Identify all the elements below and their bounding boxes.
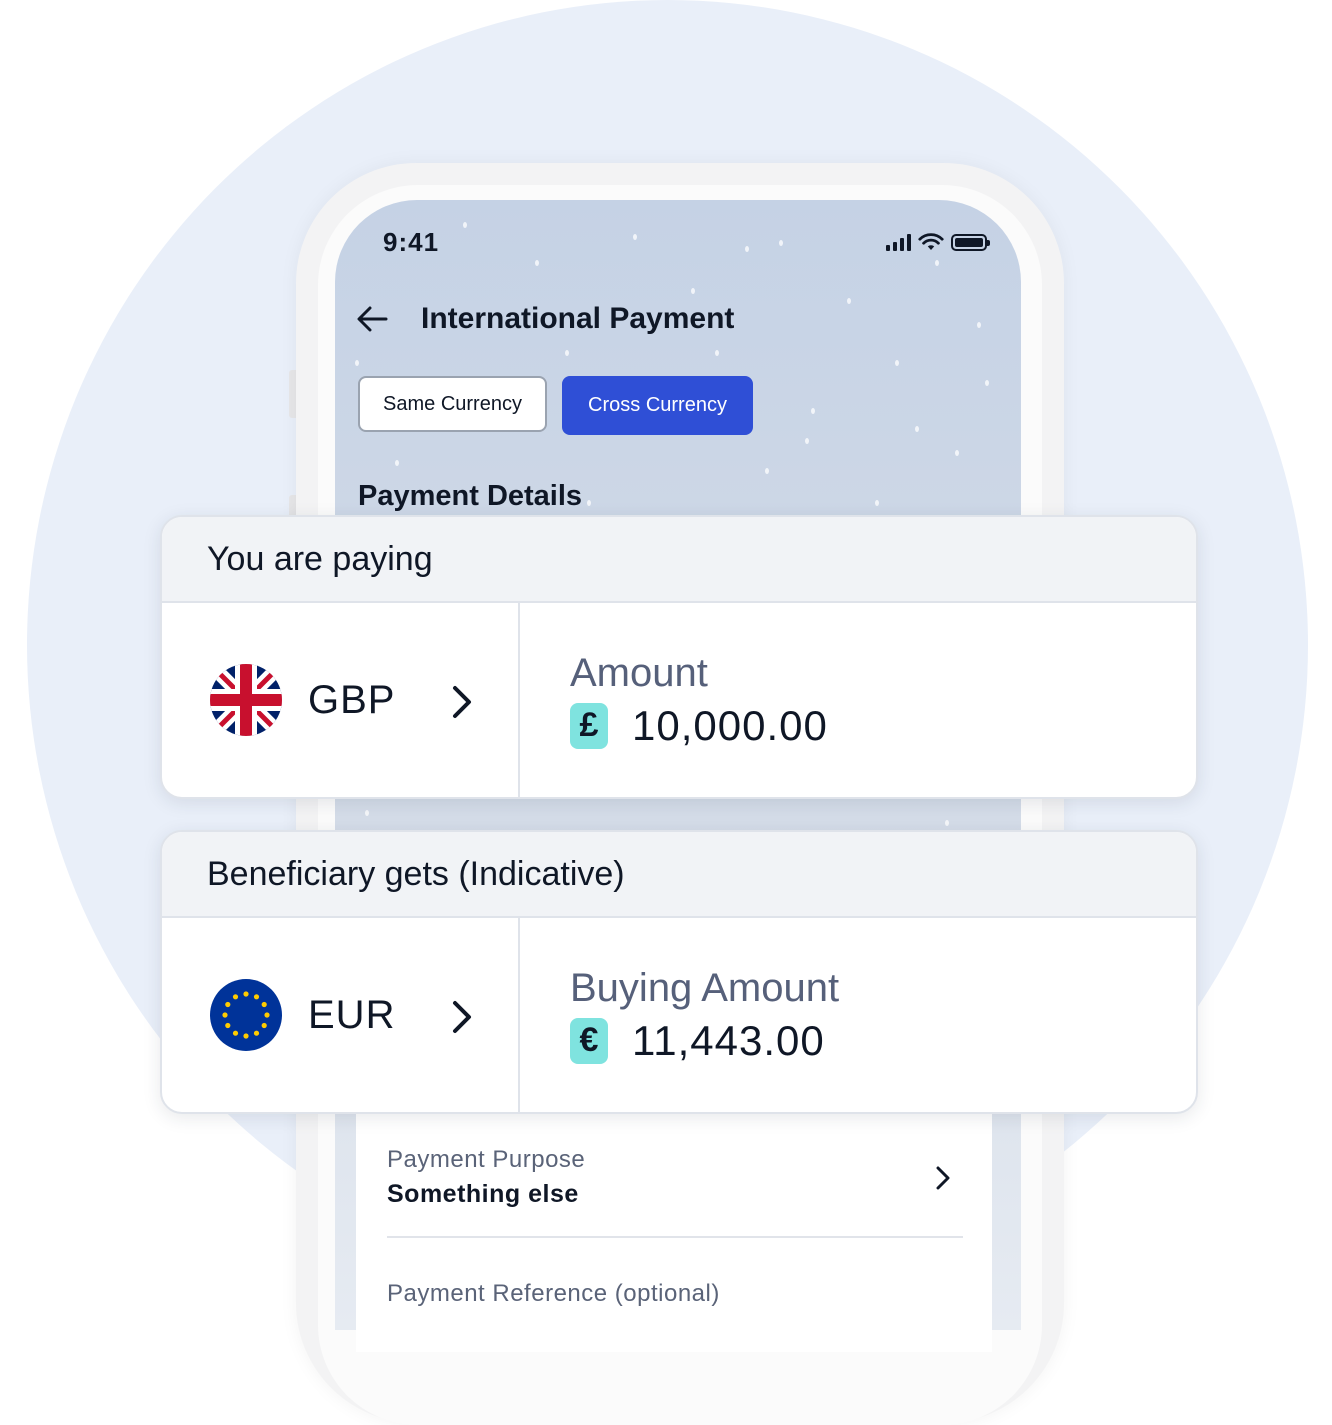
cross-currency-button[interactable]: Cross Currency	[562, 376, 753, 435]
payment-reference-label: Payment Reference (optional)	[387, 1280, 720, 1307]
paying-currency-code: GBP	[308, 677, 396, 722]
nav-bar: International Payment	[355, 302, 734, 336]
same-currency-button[interactable]: Same Currency	[358, 376, 547, 432]
beneficiary-amount-field[interactable]: Buying Amount € 11,443.00	[520, 918, 839, 1112]
eu-flag-icon	[210, 979, 282, 1051]
beneficiary-amount-value: 11,443.00	[632, 1016, 825, 1064]
beneficiary-currency-selector[interactable]: EUR	[162, 918, 520, 1112]
battery-icon	[951, 233, 990, 251]
payment-purpose-field[interactable]: Payment Purpose Something else	[387, 1146, 963, 1238]
beneficiary-card: Beneficiary gets (Indicative) EUR Buying…	[160, 830, 1198, 1114]
status-icons	[886, 232, 990, 252]
back-arrow-icon[interactable]	[355, 302, 389, 336]
page-title: International Payment	[421, 302, 735, 335]
paying-amount-field[interactable]: Amount £ 10,000.00	[520, 603, 828, 797]
beneficiary-currency-code: EUR	[308, 992, 396, 1037]
chevron-right-icon	[936, 1166, 950, 1190]
section-title: Payment Details	[358, 480, 583, 512]
euro-symbol-badge: €	[570, 1017, 608, 1064]
status-time: 9:41	[383, 227, 440, 257]
amount-label: Amount	[570, 650, 708, 695]
payment-purpose-value: Something else	[387, 1180, 579, 1208]
payment-reference-field[interactable]: Payment Reference (optional)	[387, 1280, 963, 1340]
paying-heading: You are paying	[162, 517, 1196, 603]
uk-flag-icon	[210, 664, 282, 736]
payment-purpose-label: Payment Purpose	[387, 1146, 586, 1173]
pound-symbol-badge: £	[570, 702, 608, 749]
paying-amount-value: 10,000.00	[632, 701, 828, 749]
beneficiary-heading: Beneficiary gets (Indicative)	[162, 832, 1196, 918]
paying-currency-selector[interactable]: GBP	[162, 603, 520, 797]
chevron-right-icon	[453, 686, 471, 718]
wifi-icon	[918, 233, 944, 250]
buying-amount-label: Buying Amount	[570, 965, 840, 1010]
chevron-right-icon	[453, 1001, 471, 1033]
paying-card: You are paying GBP Amount £ 10,000.00	[160, 515, 1198, 799]
cellular-signal-icon	[886, 233, 911, 251]
currency-type-toggle: Same Currency Cross Currency	[358, 376, 753, 435]
